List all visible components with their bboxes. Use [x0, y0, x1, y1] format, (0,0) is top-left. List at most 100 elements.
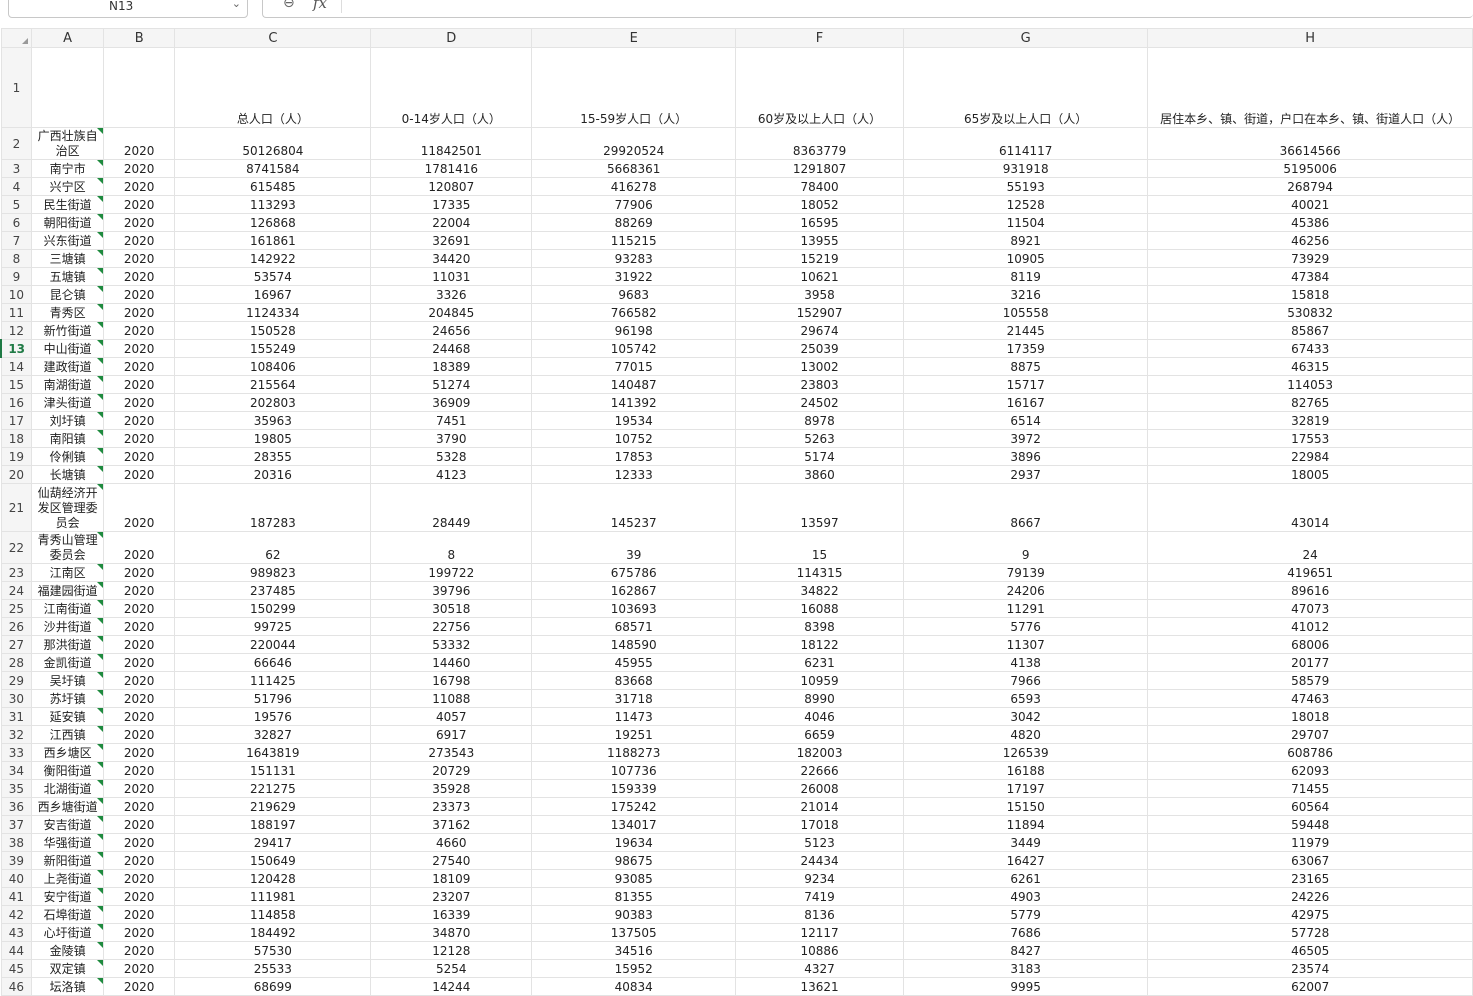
- row-header[interactable]: 30: [0, 689, 33, 708]
- table-cell[interactable]: 4903: [903, 887, 1149, 906]
- region-name-cell[interactable]: 北湖街道: [31, 779, 104, 798]
- table-cell[interactable]: 14244: [370, 977, 533, 996]
- table-cell[interactable]: 10621: [735, 267, 905, 286]
- table-cell[interactable]: 148590: [531, 635, 737, 654]
- table-cell[interactable]: 73929: [1147, 249, 1473, 268]
- table-cell[interactable]: 46315: [1147, 357, 1473, 376]
- table-cell[interactable]: 675786: [531, 563, 737, 582]
- table-cell[interactable]: 2020: [102, 249, 176, 268]
- table-cell[interactable]: 29920524: [531, 127, 737, 160]
- table-cell[interactable]: 16967: [174, 285, 372, 304]
- header-cell[interactable]: 60岁及以上人口（人）: [735, 47, 905, 128]
- row-header[interactable]: 17: [0, 411, 33, 430]
- table-cell[interactable]: 6231: [735, 653, 905, 672]
- table-cell[interactable]: 17359: [903, 339, 1149, 358]
- column-header-a[interactable]: A: [31, 28, 104, 48]
- table-cell[interactable]: 2020: [102, 267, 176, 286]
- table-cell[interactable]: 8427: [903, 941, 1149, 960]
- table-cell[interactable]: 62: [174, 531, 372, 564]
- row-header[interactable]: 32: [0, 725, 33, 744]
- table-cell[interactable]: 19576: [174, 707, 372, 726]
- table-cell[interactable]: 134017: [531, 815, 737, 834]
- column-header-h[interactable]: H: [1147, 28, 1473, 48]
- table-cell[interactable]: 81355: [531, 887, 737, 906]
- table-cell[interactable]: 9683: [531, 285, 737, 304]
- table-cell[interactable]: 3860: [735, 465, 905, 484]
- table-cell[interactable]: 16088: [735, 599, 905, 618]
- table-cell[interactable]: 24656: [370, 321, 533, 340]
- table-cell[interactable]: 40834: [531, 977, 737, 996]
- table-cell[interactable]: 8667: [903, 483, 1149, 532]
- table-cell[interactable]: 219629: [174, 797, 372, 816]
- table-cell[interactable]: 40021: [1147, 195, 1473, 214]
- region-name-cell[interactable]: 津头街道: [31, 393, 104, 412]
- table-cell[interactable]: 2020: [102, 599, 176, 618]
- table-cell[interactable]: 150299: [174, 599, 372, 618]
- region-name-cell[interactable]: 刘圩镇: [31, 411, 104, 430]
- row-header[interactable]: 34: [0, 761, 33, 780]
- table-cell[interactable]: 237485: [174, 581, 372, 600]
- row-header[interactable]: 20: [0, 465, 33, 484]
- column-header-f[interactable]: F: [735, 28, 905, 48]
- column-header-g[interactable]: G: [903, 28, 1149, 48]
- table-cell[interactable]: 108406: [174, 357, 372, 376]
- table-cell[interactable]: 25039: [735, 339, 905, 358]
- table-cell[interactable]: 4123: [370, 465, 533, 484]
- table-cell[interactable]: 2020: [102, 707, 176, 726]
- table-cell[interactable]: 5263: [735, 429, 905, 448]
- table-cell[interactable]: 41012: [1147, 617, 1473, 636]
- table-cell[interactable]: 11894: [903, 815, 1149, 834]
- table-cell[interactable]: 114315: [735, 563, 905, 582]
- table-cell[interactable]: 608786: [1147, 743, 1473, 762]
- region-name-cell[interactable]: 中山街道: [31, 339, 104, 358]
- row-header[interactable]: 6: [0, 213, 33, 232]
- header-cell[interactable]: 总人口（人）: [174, 47, 372, 128]
- table-cell[interactable]: 23803: [735, 375, 905, 394]
- table-cell[interactable]: 2020: [102, 653, 176, 672]
- table-cell[interactable]: 6917: [370, 725, 533, 744]
- table-cell[interactable]: 96198: [531, 321, 737, 340]
- table-cell[interactable]: 17553: [1147, 429, 1473, 448]
- region-name-cell[interactable]: 延安镇: [31, 707, 104, 726]
- table-cell[interactable]: 2020: [102, 231, 176, 250]
- table-cell[interactable]: 150528: [174, 321, 372, 340]
- region-name-cell[interactable]: 青秀山管理委员会: [31, 531, 104, 564]
- table-cell[interactable]: 18109: [370, 869, 533, 888]
- region-name-cell[interactable]: 仙葫经济开发区管理委员会: [31, 483, 104, 532]
- table-cell[interactable]: 26008: [735, 779, 905, 798]
- table-cell[interactable]: 31718: [531, 689, 737, 708]
- table-cell[interactable]: 53332: [370, 635, 533, 654]
- table-cell[interactable]: 8136: [735, 905, 905, 924]
- table-cell[interactable]: 71455: [1147, 779, 1473, 798]
- table-cell[interactable]: 34870: [370, 923, 533, 942]
- region-name-cell[interactable]: 新阳街道: [31, 851, 104, 870]
- row-header[interactable]: 25: [0, 599, 33, 618]
- table-cell[interactable]: 13597: [735, 483, 905, 532]
- table-cell[interactable]: 2020: [102, 531, 176, 564]
- table-cell[interactable]: 17197: [903, 779, 1149, 798]
- table-cell[interactable]: 12117: [735, 923, 905, 942]
- table-cell[interactable]: 62093: [1147, 761, 1473, 780]
- table-cell[interactable]: 5328: [370, 447, 533, 466]
- table-cell[interactable]: 2020: [102, 411, 176, 430]
- zoom-out-icon[interactable]: ⊖: [283, 0, 295, 11]
- table-cell[interactable]: 3958: [735, 285, 905, 304]
- table-cell[interactable]: 2020: [102, 779, 176, 798]
- table-cell[interactable]: 2020: [102, 851, 176, 870]
- table-cell[interactable]: 10905: [903, 249, 1149, 268]
- table-cell[interactable]: 24502: [735, 393, 905, 412]
- table-cell[interactable]: 85867: [1147, 321, 1473, 340]
- region-name-cell[interactable]: 青秀区: [31, 303, 104, 322]
- table-cell[interactable]: 142922: [174, 249, 372, 268]
- table-cell[interactable]: 15: [735, 531, 905, 564]
- region-name-cell[interactable]: 兴东街道: [31, 231, 104, 250]
- table-cell[interactable]: 6514: [903, 411, 1149, 430]
- table-cell[interactable]: 36614566: [1147, 127, 1473, 160]
- table-cell[interactable]: 3896: [903, 447, 1149, 466]
- table-cell[interactable]: 3972: [903, 429, 1149, 448]
- region-name-cell[interactable]: 苏圩镇: [31, 689, 104, 708]
- table-cell[interactable]: 22004: [370, 213, 533, 232]
- region-name-cell[interactable]: 江西镇: [31, 725, 104, 744]
- table-cell[interactable]: 2020: [102, 725, 176, 744]
- table-cell[interactable]: 29417: [174, 833, 372, 852]
